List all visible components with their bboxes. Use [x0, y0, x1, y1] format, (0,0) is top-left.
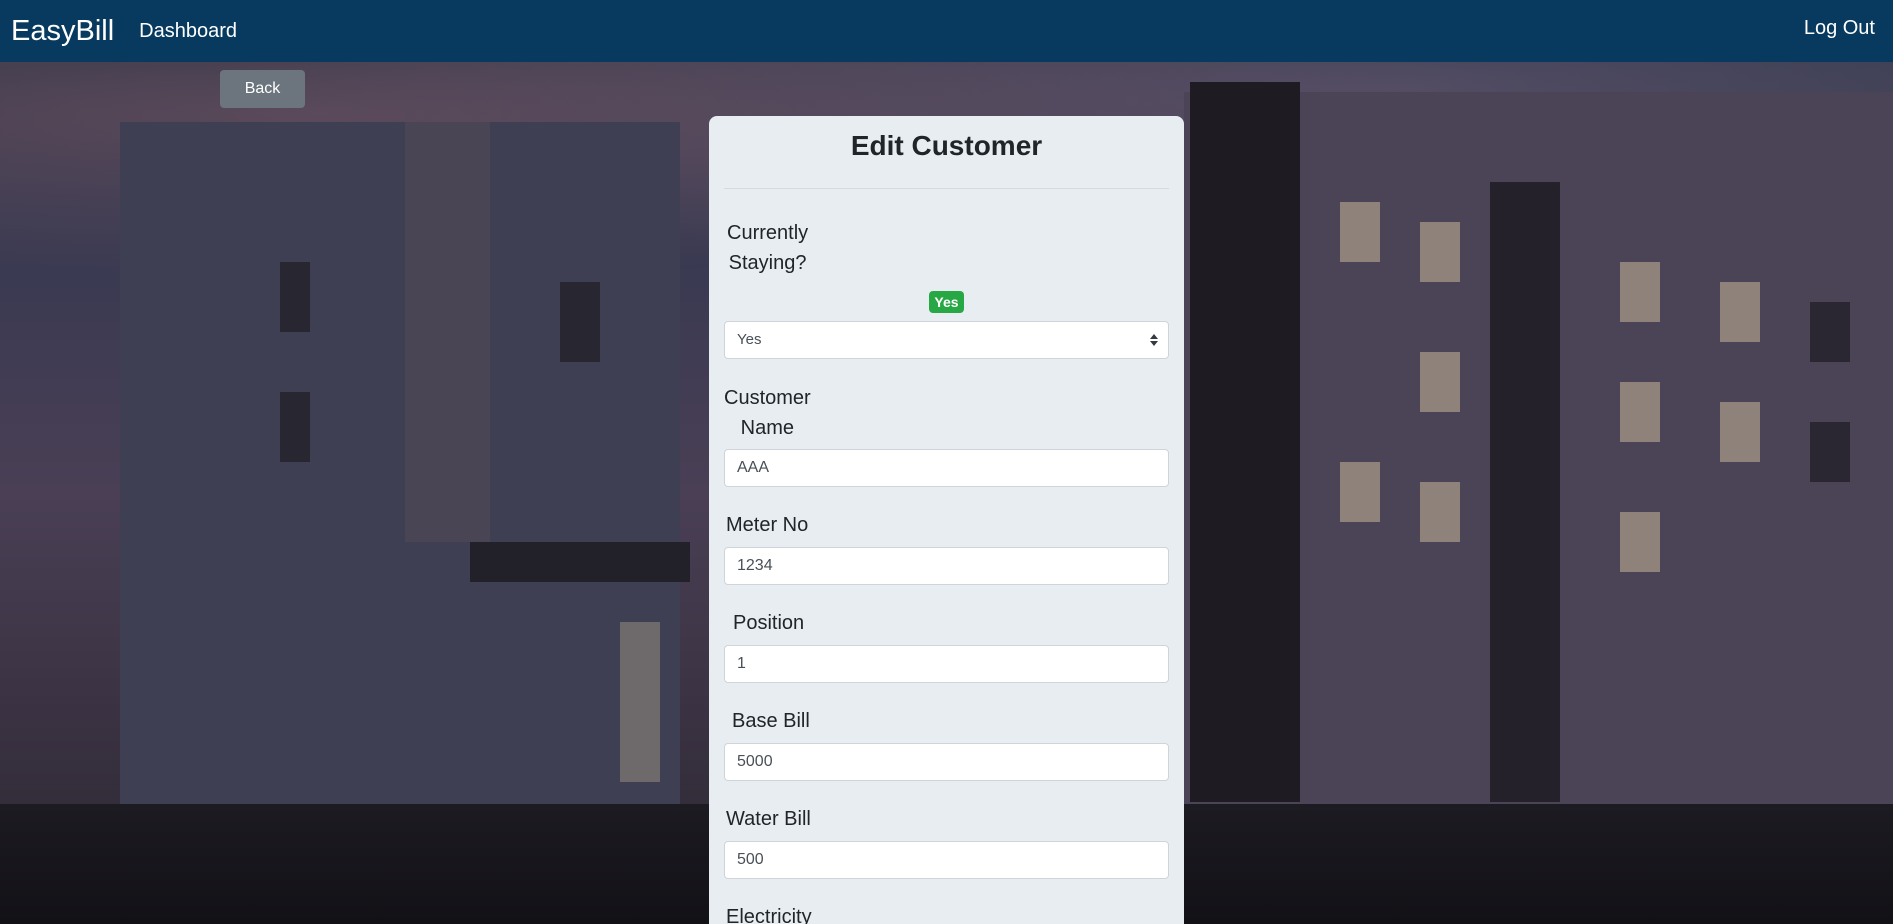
- customer-name-input[interactable]: AAA: [724, 449, 1169, 487]
- window: [280, 262, 310, 332]
- card-title: Edit Customer: [850, 130, 1043, 161]
- base-bill-label: Base Bill: [732, 710, 810, 732]
- window: [1810, 302, 1850, 362]
- base-bill-input[interactable]: 5000: [724, 743, 1169, 781]
- window: [1620, 262, 1660, 322]
- logout-link[interactable]: Log Out: [1804, 17, 1875, 40]
- currently-staying-label-line2: Staying?: [728, 252, 807, 274]
- building-right-column-2: [1490, 182, 1560, 802]
- building-left-balcony: [470, 542, 690, 582]
- window: [1720, 402, 1760, 462]
- window: [1720, 282, 1760, 342]
- window: [1420, 482, 1460, 542]
- edit-customer-card: Edit Customer Currently Staying? Yes Yes…: [709, 116, 1184, 924]
- window: [1810, 422, 1850, 482]
- window: [1340, 462, 1380, 522]
- top-navbar: EasyBill Dashboard Log Out: [0, 0, 1893, 62]
- back-button[interactable]: Back: [220, 70, 305, 108]
- currently-staying-select[interactable]: Yes: [724, 321, 1169, 359]
- building-left: [120, 122, 680, 822]
- electricity-label: Electricity: [726, 906, 812, 924]
- customer-name-label-line2: Name: [740, 417, 795, 439]
- building-right-column: [1190, 82, 1300, 802]
- window: [1340, 202, 1380, 262]
- customer-name-label: Customer Name: [724, 383, 811, 443]
- position-label: Position: [733, 612, 805, 634]
- window: [1620, 382, 1660, 442]
- position-input[interactable]: 1: [724, 645, 1169, 683]
- window: [1420, 222, 1460, 282]
- window: [1620, 512, 1660, 572]
- window: [560, 282, 600, 362]
- brand-logo[interactable]: EasyBill: [11, 15, 114, 48]
- water-bill-label: Water Bill: [726, 808, 811, 830]
- title-divider: [724, 188, 1169, 189]
- building-tower-sign: [405, 122, 490, 542]
- customer-name-label-line1: Customer: [724, 387, 811, 409]
- meter-no-input[interactable]: 1234: [724, 547, 1169, 585]
- currently-staying-selected-value: Yes: [737, 331, 762, 348]
- nav-dashboard-link[interactable]: Dashboard: [139, 20, 237, 43]
- water-bill-input[interactable]: 500: [724, 841, 1169, 879]
- window: [280, 392, 310, 462]
- status-badge: Yes: [929, 291, 964, 313]
- window: [1420, 352, 1460, 412]
- meter-no-label: Meter No: [726, 514, 809, 536]
- select-arrow-icon: [1150, 334, 1158, 346]
- window: [620, 622, 660, 782]
- currently-staying-label: Currently Staying?: [727, 218, 808, 278]
- currently-staying-label-line1: Currently: [727, 222, 809, 244]
